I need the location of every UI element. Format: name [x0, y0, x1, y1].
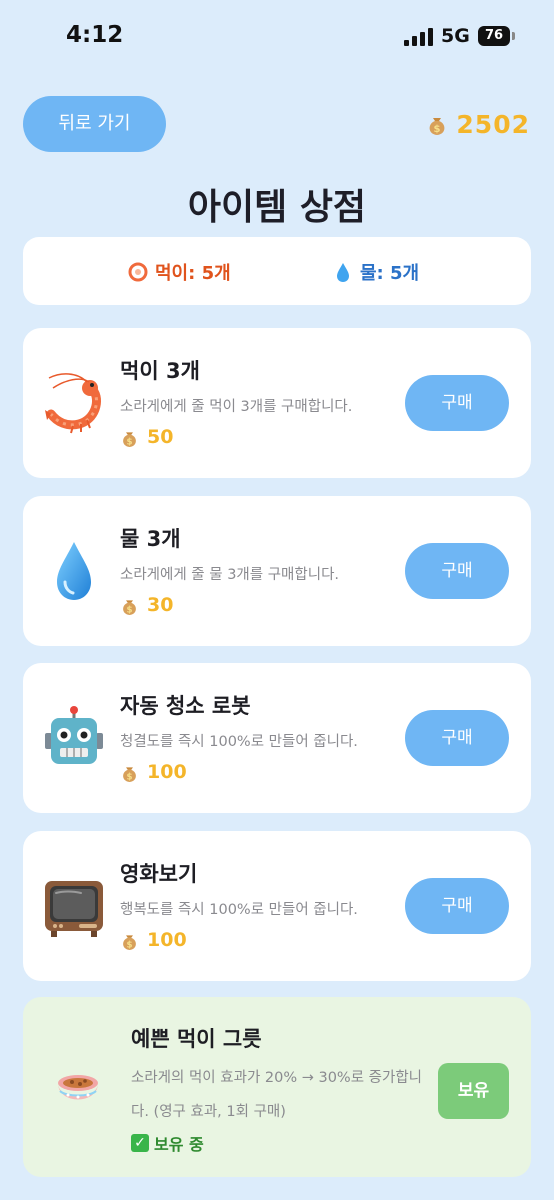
buy-button[interactable]: 구매	[405, 710, 509, 766]
item-price: $ 50	[120, 426, 173, 448]
svg-text:$: $	[126, 437, 132, 447]
svg-text:$: $	[434, 124, 441, 135]
item-description: 소라게에게 줄 먹이 3개를 구매합니다.	[120, 399, 353, 415]
owned-status-label: 보유 중	[154, 1135, 204, 1154]
svg-text:$: $	[126, 940, 132, 950]
buy-button[interactable]: 구매	[405, 878, 509, 934]
back-button[interactable]: 뒤로 가기	[23, 96, 166, 152]
robot-icon	[45, 706, 103, 764]
network-label: 5G	[441, 25, 470, 47]
item-description: 소라게에게 줄 물 3개를 구매합니다.	[120, 567, 340, 583]
item-price-value: 100	[147, 929, 187, 951]
item-price-value: 100	[147, 761, 187, 783]
item-name: 물 3개	[120, 527, 181, 551]
money-bag-icon: $	[123, 599, 136, 615]
inventory-summary: 먹이: 5개 물: 5개	[23, 237, 531, 305]
status-time: 4:12	[66, 22, 124, 48]
owned-button: 보유	[438, 1063, 509, 1119]
battery-cap	[512, 32, 515, 40]
item-price: $ 30	[120, 594, 173, 616]
shrimp-icon	[128, 262, 148, 282]
tv-icon	[45, 881, 103, 937]
item-name: 자동 청소 로봇	[120, 694, 251, 718]
water-drop-icon	[57, 542, 91, 600]
signal-icon	[404, 28, 433, 46]
item-name: 예쁜 먹이 그릇	[131, 1027, 262, 1051]
item-price-value: 30	[147, 594, 174, 616]
water-drop-icon	[337, 263, 349, 282]
item-description: 소라게의 먹이 효과가 20% → 30%로 증가합니다. (영구 효과, 1회…	[131, 1070, 423, 1120]
status-bar: 4:12 5G 76	[0, 0, 554, 70]
battery-icon: 76	[478, 26, 510, 46]
shop-item-card: 물 3개 소라게에게 줄 물 3개를 구매합니다. $ 30 구매	[23, 496, 531, 646]
buy-button[interactable]: 구매	[405, 543, 509, 599]
money-bag-icon: $	[123, 766, 136, 782]
svg-text:$: $	[126, 605, 132, 615]
page-title: 아이템 상점	[187, 187, 367, 228]
svg-text:$: $	[126, 772, 132, 782]
owned-status: ✓ 보유 중	[131, 1131, 204, 1155]
money-bag-icon: $	[123, 934, 136, 950]
shop-item-card: 먹이 3개 소라게에게 줄 먹이 3개를 구매합니다. $ 50 구매	[23, 328, 531, 478]
item-price: $ 100	[120, 761, 187, 783]
inventory-water: 물: 5개	[332, 259, 419, 285]
buy-button[interactable]: 구매	[405, 375, 509, 431]
coin-balance: $ 2502	[426, 106, 530, 142]
inventory-food-label: 먹이: 5개	[155, 263, 231, 284]
money-bag-icon: $	[123, 431, 136, 447]
shrimp-icon	[45, 373, 101, 434]
item-price-value: 50	[147, 426, 174, 448]
owned-item-card: 예쁜 먹이 그릇 소라게의 먹이 효과가 20% → 30%로 증가합니다. (…	[23, 997, 531, 1177]
shop-item-card: 영화보기 행복도를 즉시 100%로 만들어 줍니다. $ 100 구매	[23, 831, 531, 981]
shop-item-card: 자동 청소 로봇 청결도를 즉시 100%로 만들어 줍니다. $ 100 구매	[23, 663, 531, 813]
item-description: 행복도를 즉시 100%로 만들어 줍니다.	[120, 902, 358, 918]
item-price: $ 100	[120, 929, 187, 951]
check-icon: ✓	[131, 1134, 149, 1152]
item-name: 영화보기	[120, 862, 198, 886]
inventory-food: 먹이: 5개	[127, 259, 231, 285]
coin-amount: 2502	[456, 109, 530, 139]
inventory-water-label: 물: 5개	[360, 263, 420, 284]
money-bag-icon: $	[430, 118, 445, 135]
item-name: 먹이 3개	[120, 359, 200, 383]
item-description: 청결도를 즉시 100%로 만들어 줍니다.	[120, 734, 358, 750]
food-bowl-icon	[58, 1075, 98, 1100]
